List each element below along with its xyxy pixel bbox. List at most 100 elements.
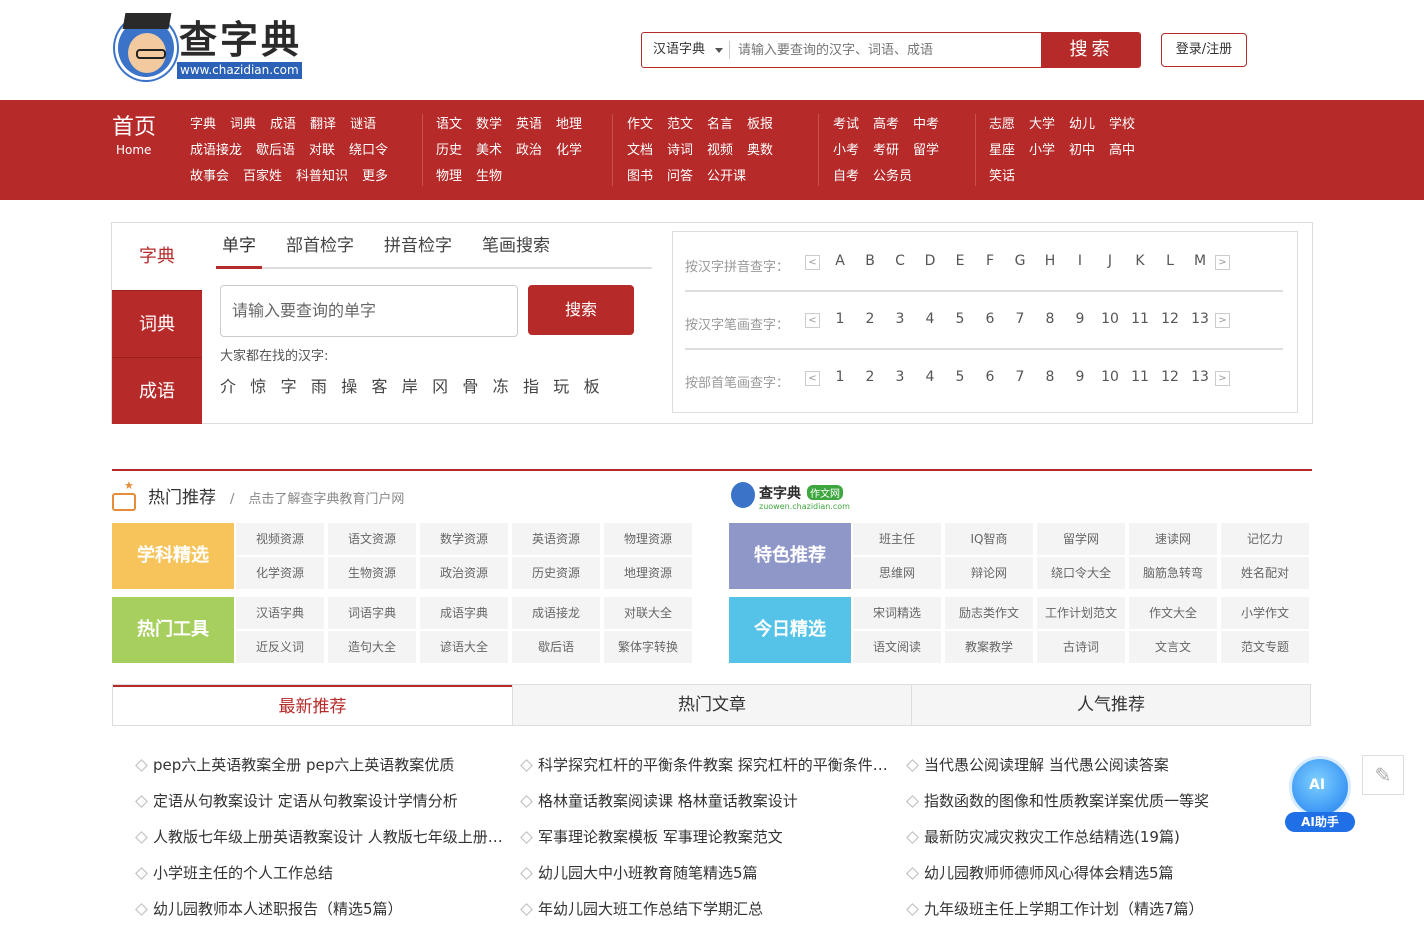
chevron-left-icon[interactable]: < (805, 371, 820, 386)
nav-link[interactable]: 学校 (1109, 112, 1135, 138)
nav-link[interactable]: 科普知识 (296, 164, 348, 190)
index-item[interactable]: 4 (915, 369, 945, 385)
site-logo[interactable]: 查字典 www.chazidian.com (113, 12, 303, 82)
hot-char-link[interactable]: 指 (523, 373, 553, 397)
index-item[interactable]: 3 (885, 311, 915, 327)
zuowen-logo[interactable]: 查字典 作文网 zuowen.chazidian.com (731, 480, 861, 514)
index-item[interactable]: 6 (975, 311, 1005, 327)
block-link[interactable]: 近反义词 (236, 631, 326, 664)
block-link[interactable]: 语文资源 (328, 523, 418, 556)
block-link[interactable]: 语文阅读 (853, 631, 943, 664)
article-link[interactable]: 格林童话教案阅读课 格林童话教案设计 (520, 788, 890, 824)
chevron-left-icon[interactable]: < (805, 255, 820, 270)
block-link[interactable]: 汉语字典 (236, 597, 326, 630)
block-link[interactable]: 历史资源 (512, 557, 602, 590)
index-item[interactable]: K (1125, 253, 1155, 269)
block-link[interactable]: 速读网 (1129, 523, 1219, 556)
index-item[interactable]: 8 (1035, 369, 1065, 385)
block-tag[interactable]: 热门工具 (112, 597, 234, 663)
search-type-select[interactable]: 汉语字典 (642, 33, 729, 67)
article-link[interactable]: 人教版七年级上册英语教案设计 人教版七年级上册英语教案 (135, 824, 505, 860)
side-tab-cidian[interactable]: 词典 (112, 290, 202, 357)
index-item[interactable]: 5 (945, 369, 975, 385)
nav-link[interactable]: 谜语 (350, 112, 376, 138)
block-link[interactable]: 词语字典 (328, 597, 418, 630)
tab-hot-articles[interactable]: 热门文章 (512, 685, 911, 725)
nav-link[interactable]: 物理 (436, 164, 462, 190)
nav-link[interactable]: 自考 (833, 164, 859, 190)
nav-link[interactable]: 政治 (516, 138, 542, 164)
block-link[interactable]: 物理资源 (604, 523, 694, 556)
nav-link[interactable]: 诗词 (667, 138, 693, 164)
block-link[interactable]: 繁体字转换 (604, 631, 694, 664)
char-search-input[interactable]: 请输入要查询的单字 (220, 285, 518, 337)
nav-link[interactable]: 小学 (1029, 138, 1055, 164)
nav-link[interactable]: 生物 (476, 164, 502, 190)
index-item[interactable]: G (1005, 253, 1035, 269)
index-item[interactable]: I (1065, 253, 1095, 269)
nav-link[interactable]: 历史 (436, 138, 462, 164)
chevron-right-icon[interactable]: > (1215, 313, 1230, 328)
nav-link[interactable]: 幼儿 (1069, 112, 1095, 138)
block-link[interactable]: 生物资源 (328, 557, 418, 590)
nav-link[interactable]: 化学 (556, 138, 582, 164)
index-item[interactable]: 7 (1005, 311, 1035, 327)
side-tab-zidian[interactable]: 字典 (112, 223, 202, 290)
block-link[interactable]: 古诗词 (1037, 631, 1127, 664)
nav-link[interactable]: 视频 (707, 138, 733, 164)
article-link[interactable]: 幼儿园大中小班教育随笔精选5篇 (520, 860, 890, 896)
nav-link[interactable]: 对联 (309, 138, 335, 164)
index-item[interactable]: H (1035, 253, 1065, 269)
index-item[interactable]: 13 (1185, 369, 1215, 385)
hot-char-link[interactable]: 介 (220, 373, 250, 397)
block-link[interactable]: 对联大全 (604, 597, 694, 630)
hot-char-link[interactable]: 惊 (250, 373, 280, 397)
hot-char-link[interactable]: 岸 (402, 373, 432, 397)
index-item[interactable]: A (825, 253, 855, 269)
nav-link[interactable]: 地理 (556, 112, 582, 138)
tab-bushou[interactable]: 部首检字 (280, 233, 360, 269)
block-link[interactable]: 思维网 (853, 557, 943, 590)
index-item[interactable]: E (945, 253, 975, 269)
nav-link[interactable]: 语文 (436, 112, 462, 138)
index-item[interactable]: 13 (1185, 311, 1215, 327)
index-item[interactable]: 11 (1125, 311, 1155, 327)
block-link[interactable]: 地理资源 (604, 557, 694, 590)
index-item[interactable]: 3 (885, 369, 915, 385)
index-item[interactable]: 10 (1095, 369, 1125, 385)
nav-link[interactable]: 笑话 (989, 164, 1015, 190)
index-item[interactable]: J (1095, 253, 1125, 269)
nav-link[interactable]: 名言 (707, 112, 733, 138)
nav-link[interactable]: 板报 (747, 112, 773, 138)
nav-link[interactable]: 奥数 (747, 138, 773, 164)
nav-link[interactable]: 词典 (230, 112, 256, 138)
login-register-button[interactable]: 登录/注册 (1161, 33, 1247, 67)
tab-latest[interactable]: 最新推荐 (113, 685, 512, 725)
nav-link[interactable]: 数学 (476, 112, 502, 138)
block-link[interactable]: 化学资源 (236, 557, 326, 590)
nav-link[interactable]: 歇后语 (256, 138, 295, 164)
index-item[interactable]: D (915, 253, 945, 269)
index-item[interactable]: 9 (1065, 369, 1095, 385)
nav-link[interactable]: 志愿 (989, 112, 1015, 138)
block-link[interactable]: 范文专题 (1221, 631, 1311, 664)
nav-home[interactable]: 首页 Home (112, 114, 156, 158)
nav-link[interactable]: 公开课 (707, 164, 746, 190)
block-link[interactable]: 班主任 (853, 523, 943, 556)
index-item[interactable]: B (855, 253, 885, 269)
index-item[interactable]: 1 (825, 311, 855, 327)
hot-char-link[interactable]: 操 (341, 373, 371, 397)
hot-char-link[interactable]: 冻 (493, 373, 523, 397)
article-link[interactable]: 军事理论教案模板 军事理论教案范文 (520, 824, 890, 860)
nav-link[interactable]: 翻译 (310, 112, 336, 138)
article-link[interactable]: 幼儿园教师师德师风心得体会精选5篇 (906, 860, 1276, 896)
nav-link[interactable]: 星座 (989, 138, 1015, 164)
nav-link[interactable]: 考试 (833, 112, 859, 138)
hot-char-link[interactable]: 骨 (462, 373, 492, 397)
index-item[interactable]: 10 (1095, 311, 1125, 327)
block-link[interactable]: 绕口令大全 (1037, 557, 1127, 590)
hot-char-link[interactable]: 冈 (432, 373, 462, 397)
block-link[interactable]: 辩论网 (945, 557, 1035, 590)
tab-danzi[interactable]: 单字 (216, 233, 262, 269)
block-link[interactable]: 视频资源 (236, 523, 326, 556)
